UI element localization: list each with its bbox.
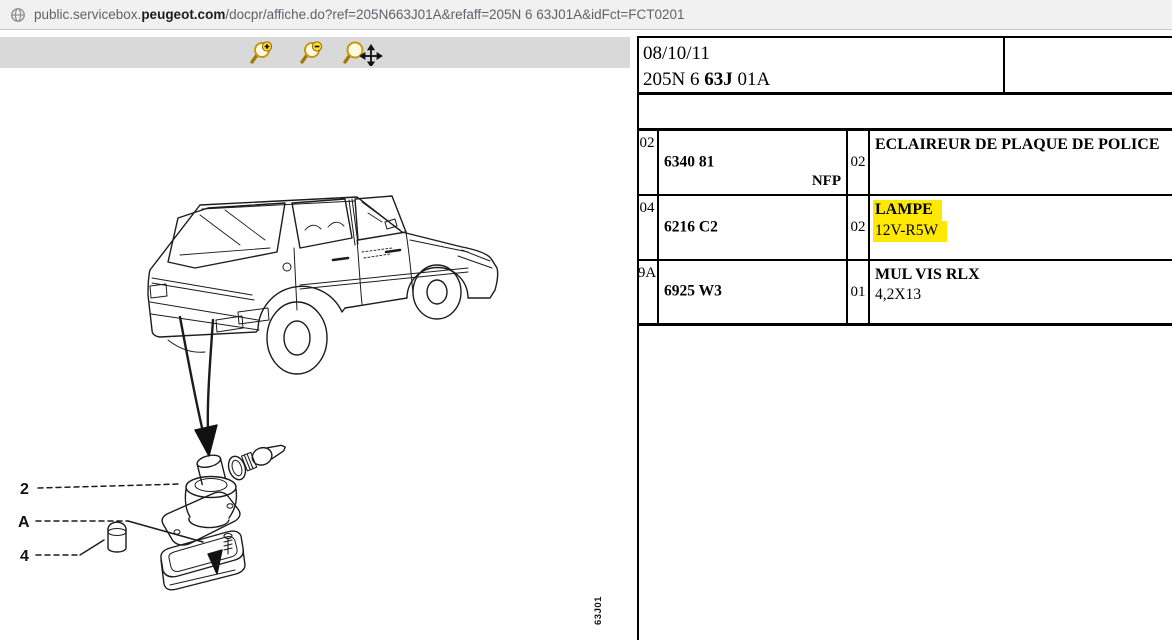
- parts-diagram: 2 A 4 63J01: [0, 80, 630, 640]
- down-arrow: [208, 550, 222, 574]
- part-subtitle: 4,2X13: [875, 286, 921, 303]
- part-position: 02: [637, 131, 659, 194]
- part-qty: 01: [848, 261, 870, 323]
- table-row: 02 6340 81 NFP 02 ECLAIREUR DE PLAQUE DE…: [637, 131, 1172, 196]
- bulb-drawing: [241, 439, 288, 471]
- part-number: 6340 81: [664, 153, 714, 171]
- part-title: ECLAIREUR DE PLAQUE DE POLICE: [875, 136, 1159, 153]
- globe-icon: [10, 7, 26, 23]
- part-description: MUL VIS RLX 4,2X13: [870, 261, 1172, 323]
- url-prefix: public.servicebox.: [34, 7, 141, 22]
- part-position: 9A: [637, 261, 659, 323]
- callout-label-A: A: [18, 514, 30, 531]
- exploded-lamp-assembly: [108, 439, 289, 590]
- url-path: /docpr/affiche.do?ref=205N663J01A&refaff…: [225, 7, 684, 22]
- zoom-toolbar: [0, 37, 630, 68]
- part-number: 6925 W3: [664, 282, 722, 300]
- doc-header: 08/10/11 205N 6 63J 01A: [637, 36, 1172, 95]
- part-subtitle-highlighted: 12V-R5W: [873, 221, 947, 242]
- base-plate-drawing: [162, 492, 240, 545]
- doc-header-ref-cell: 08/10/11 205N 6 63J 01A: [637, 38, 1003, 93]
- part-position: 04: [637, 196, 659, 259]
- url-domain: peugeot.com: [141, 7, 225, 22]
- sheet-code: 63J01: [593, 596, 604, 625]
- location-arrow: [180, 317, 217, 456]
- part-number-cell: 6925 W3: [659, 261, 848, 323]
- table-row: 9A 6925 W3 01 MUL VIS RLX 4,2X13: [637, 261, 1172, 326]
- doc-reference: 205N 6 63J 01A: [643, 67, 1003, 93]
- part-qty: 02: [848, 196, 870, 259]
- callout-label-2: 2: [20, 481, 29, 498]
- car-line-drawing: [148, 196, 498, 374]
- screw-drawing: [208, 534, 232, 575]
- part-number-cell: 6216 C2: [659, 196, 848, 259]
- part-note: NFP: [812, 173, 841, 190]
- table-row: 04 6216 C2 02 LAMPE 12V-R5W: [637, 196, 1172, 261]
- browser-window: public.servicebox.peugeot.com/docpr/affi…: [0, 0, 1172, 640]
- zoom-pan-icon[interactable]: [343, 40, 383, 66]
- url-text[interactable]: public.servicebox.peugeot.com/docpr/affi…: [34, 7, 685, 22]
- part-number-cell: 6340 81 NFP: [659, 131, 848, 194]
- part-qty: 02: [848, 131, 870, 194]
- seal-ring-drawing: [226, 454, 249, 482]
- callout-label-4: 4: [20, 548, 29, 565]
- doc-header-empty-cell: [1003, 38, 1172, 93]
- zoom-in-icon[interactable]: [250, 40, 278, 66]
- part-description: LAMPE 12V-R5W: [870, 196, 1172, 259]
- grommet-drawing: [108, 522, 126, 552]
- part-title-highlighted: LAMPE: [873, 200, 942, 221]
- part-description: ECLAIREUR DE PLAQUE DE POLICE: [870, 131, 1172, 194]
- parts-table: 02 6340 81 NFP 02 ECLAIREUR DE PLAQUE DE…: [637, 131, 1172, 326]
- url-bar[interactable]: public.servicebox.peugeot.com/docpr/affi…: [0, 0, 1172, 30]
- part-number: 6216 C2: [664, 218, 718, 236]
- doc-date: 08/10/11: [643, 41, 1003, 67]
- zoom-out-icon[interactable]: [300, 40, 328, 66]
- header-spacer-band: [637, 95, 1172, 131]
- part-title: MUL VIS RLX: [875, 266, 980, 283]
